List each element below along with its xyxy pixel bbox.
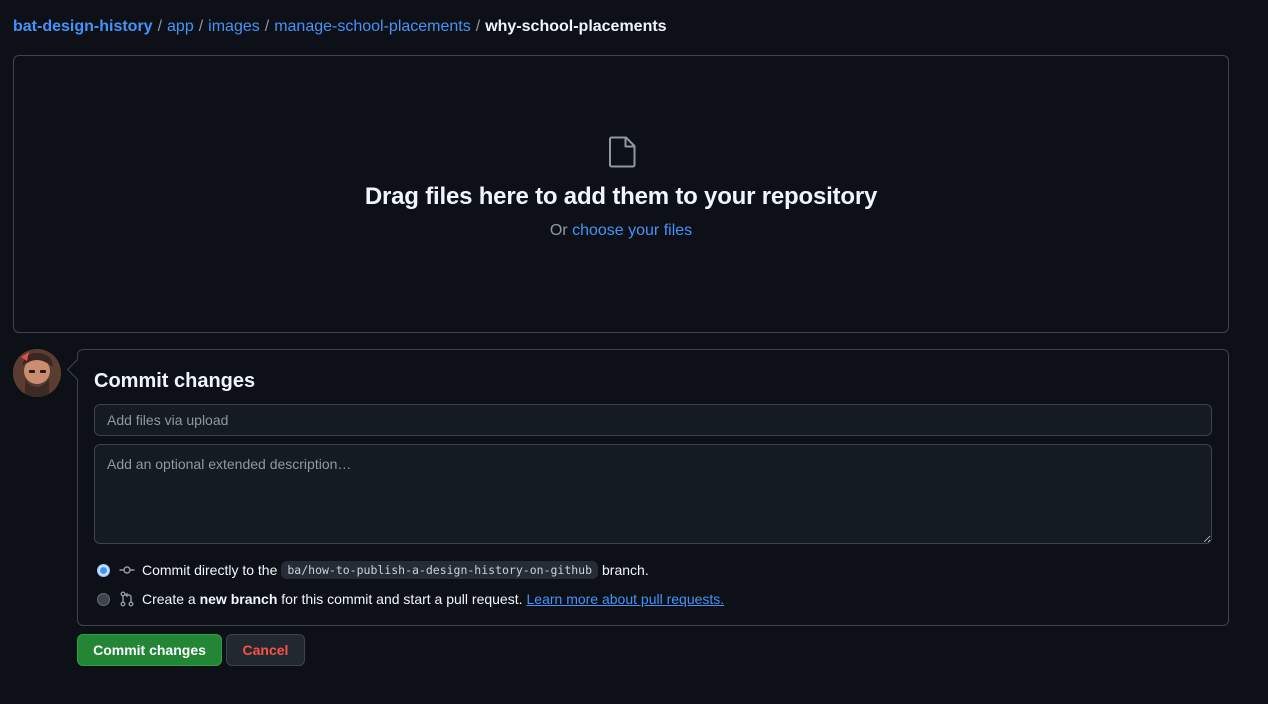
avatar[interactable] (13, 349, 61, 397)
new-branch-suffix: for this commit and start a pull request… (281, 591, 523, 607)
commit-direct-suffix: branch. (602, 562, 649, 578)
dropzone-subtitle: Or choose your files (14, 222, 1228, 240)
file-dropzone[interactable]: Drag files here to add them to your repo… (13, 55, 1229, 333)
breadcrumb-link-manage-school-placements[interactable]: manage-school-placements (274, 18, 471, 35)
commit-direct-radio[interactable] (97, 563, 110, 577)
breadcrumb-separator: / (264, 18, 270, 35)
breadcrumb-repo-link[interactable]: bat-design-history (13, 18, 153, 35)
dropzone-title: Drag files here to add them to your repo… (364, 183, 878, 210)
commit-panel: Commit changes Commit directly to the ba… (77, 349, 1229, 626)
breadcrumb-link-app[interactable]: app (167, 18, 194, 35)
learn-more-pull-requests-link[interactable]: Learn more about pull requests. (527, 591, 725, 607)
cancel-button[interactable]: Cancel (226, 634, 305, 666)
breadcrumb: bat-design-history / app / images / manage-sch… (13, 17, 667, 37)
new-branch-option[interactable]: Create a new branch for this commit and … (97, 589, 724, 609)
upload-page: bat-design-history / app / images / manage-sch… (0, 0, 1268, 704)
dropzone-prefix: Or (549, 222, 568, 239)
commit-description-input[interactable] (94, 444, 1212, 544)
file-icon (609, 136, 636, 168)
git-pull-request-icon (120, 591, 134, 607)
new-branch-prefix: Create a (142, 591, 196, 607)
breadcrumb-link-images[interactable]: images (208, 18, 260, 35)
commit-summary-input[interactable] (94, 404, 1212, 436)
git-commit-icon (119, 566, 135, 574)
breadcrumb-separator: / (198, 18, 204, 35)
commit-title: Commit changes (94, 370, 256, 392)
commit-changes-button[interactable]: Commit changes (77, 634, 222, 666)
breadcrumb-separator: / (475, 18, 481, 35)
breadcrumb-current: why-school-placements (485, 18, 667, 35)
new-branch-radio[interactable] (97, 592, 110, 606)
breadcrumb-separator: / (157, 18, 163, 35)
new-branch-bold: new branch (199, 591, 278, 607)
avatar-image (13, 349, 61, 397)
commit-direct-label: Commit directly to the (142, 562, 278, 578)
commit-direct-option[interactable]: Commit directly to the ba/how-to-publish… (97, 560, 649, 580)
choose-files-link[interactable]: choose your files (572, 222, 692, 239)
branch-name: ba/how-to-publish-a-design-history-on-gi… (281, 561, 599, 579)
